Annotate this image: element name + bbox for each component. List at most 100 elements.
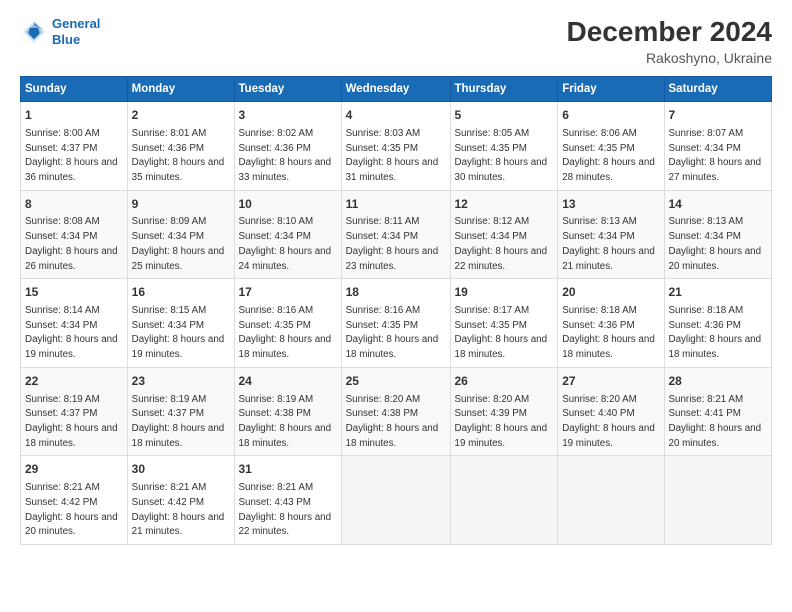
- header-wednesday: Wednesday: [341, 77, 450, 102]
- table-row: 1Sunrise: 8:00 AMSunset: 4:37 PMDaylight…: [21, 102, 128, 191]
- day-number: 18: [346, 284, 446, 301]
- calendar-week-row: 22 Sunrise: 8:19 AMSunset: 4:37 PMDayligh…: [21, 367, 772, 456]
- table-row: 3 Sunrise: 8:02 AMSunset: 4:36 PMDaylight…: [234, 102, 341, 191]
- table-row: 12 Sunrise: 8:12 AMSunset: 4:34 PMDayligh…: [450, 190, 558, 279]
- day-info: Sunrise: 8:15 AMSunset: 4:34 PMDaylight:…: [132, 305, 225, 360]
- day-info: Sunrise: 8:02 AMSunset: 4:36 PMDaylight:…: [239, 128, 332, 183]
- day-number: 22: [25, 373, 123, 390]
- day-number: 19: [455, 284, 554, 301]
- calendar-week-row: 1Sunrise: 8:00 AMSunset: 4:37 PMDaylight…: [21, 102, 772, 191]
- table-row: 20 Sunrise: 8:18 AMSunset: 4:36 PMDayligh…: [558, 279, 664, 368]
- day-number: 17: [239, 284, 337, 301]
- day-number: 2: [132, 107, 230, 124]
- day-number: 10: [239, 196, 337, 213]
- header-sunday: Sunday: [21, 77, 128, 102]
- day-info: Sunrise: 8:13 AMSunset: 4:34 PMDaylight:…: [669, 216, 762, 271]
- day-info: Sunrise: 8:21 AMSunset: 4:42 PMDaylight:…: [132, 482, 225, 537]
- day-info: Sunrise: 8:03 AMSunset: 4:35 PMDaylight:…: [346, 128, 439, 183]
- table-row: [664, 456, 772, 545]
- table-row: 8Sunrise: 8:08 AMSunset: 4:34 PMDaylight…: [21, 190, 128, 279]
- day-number: 28: [669, 373, 768, 390]
- day-info: Sunrise: 8:17 AMSunset: 4:35 PMDaylight:…: [455, 305, 548, 360]
- table-row: 26 Sunrise: 8:20 AMSunset: 4:39 PMDayligh…: [450, 367, 558, 456]
- day-number: 15: [25, 284, 123, 301]
- table-row: 22 Sunrise: 8:19 AMSunset: 4:37 PMDayligh…: [21, 367, 128, 456]
- table-row: 29 Sunrise: 8:21 AMSunset: 4:42 PMDayligh…: [21, 456, 128, 545]
- day-number: 26: [455, 373, 554, 390]
- subtitle: Rakoshyno, Ukraine: [567, 50, 772, 66]
- main-title: December 2024: [567, 16, 772, 48]
- title-block: December 2024 Rakoshyno, Ukraine: [567, 16, 772, 66]
- table-row: 14 Sunrise: 8:13 AMSunset: 4:34 PMDayligh…: [664, 190, 772, 279]
- day-info: Sunrise: 8:12 AMSunset: 4:34 PMDaylight:…: [455, 216, 548, 271]
- day-number: 5: [455, 107, 554, 124]
- table-row: 21 Sunrise: 8:18 AMSunset: 4:36 PMDayligh…: [664, 279, 772, 368]
- day-number: 23: [132, 373, 230, 390]
- day-number: 14: [669, 196, 768, 213]
- day-info: Sunrise: 8:18 AMSunset: 4:36 PMDaylight:…: [669, 305, 762, 360]
- table-row: [450, 456, 558, 545]
- table-row: 5 Sunrise: 8:05 AMSunset: 4:35 PMDaylight…: [450, 102, 558, 191]
- day-number: 30: [132, 461, 230, 478]
- day-number: 29: [25, 461, 123, 478]
- header-monday: Monday: [127, 77, 234, 102]
- day-info: Sunrise: 8:10 AMSunset: 4:34 PMDaylight:…: [239, 216, 332, 271]
- logo-icon: [20, 18, 48, 46]
- day-number: 6: [562, 107, 659, 124]
- header-tuesday: Tuesday: [234, 77, 341, 102]
- day-info: Sunrise: 8:13 AMSunset: 4:34 PMDaylight:…: [562, 216, 655, 271]
- header-friday: Friday: [558, 77, 664, 102]
- day-info: Sunrise: 8:08 AMSunset: 4:34 PMDaylight:…: [25, 216, 118, 271]
- day-info: Sunrise: 8:21 AMSunset: 4:42 PMDaylight:…: [25, 482, 118, 537]
- day-number: 4: [346, 107, 446, 124]
- day-info: Sunrise: 8:11 AMSunset: 4:34 PMDaylight:…: [346, 216, 439, 271]
- table-row: 13Sunrise: 8:13 AMSunset: 4:34 PMDayligh…: [558, 190, 664, 279]
- table-row: 7 Sunrise: 8:07 AMSunset: 4:34 PMDaylight…: [664, 102, 772, 191]
- logo-general: General: [52, 16, 100, 31]
- day-number: 7: [669, 107, 768, 124]
- day-info: Sunrise: 8:09 AMSunset: 4:34 PMDaylight:…: [132, 216, 225, 271]
- day-info: Sunrise: 8:18 AMSunset: 4:36 PMDaylight:…: [562, 305, 655, 360]
- day-info: Sunrise: 8:16 AMSunset: 4:35 PMDaylight:…: [346, 305, 439, 360]
- table-row: 16Sunrise: 8:15 AMSunset: 4:34 PMDayligh…: [127, 279, 234, 368]
- day-info: Sunrise: 8:14 AMSunset: 4:34 PMDaylight:…: [25, 305, 118, 360]
- table-row: 23Sunrise: 8:19 AMSunset: 4:37 PMDayligh…: [127, 367, 234, 456]
- calendar-week-row: 29 Sunrise: 8:21 AMSunset: 4:42 PMDayligh…: [21, 456, 772, 545]
- day-info: Sunrise: 8:01 AMSunset: 4:36 PMDaylight:…: [132, 128, 225, 183]
- page: General Blue December 2024 Rakoshyno, Uk…: [0, 0, 792, 612]
- day-number: 31: [239, 461, 337, 478]
- day-number: 12: [455, 196, 554, 213]
- day-info: Sunrise: 8:05 AMSunset: 4:35 PMDaylight:…: [455, 128, 548, 183]
- day-number: 21: [669, 284, 768, 301]
- table-row: 19 Sunrise: 8:17 AMSunset: 4:35 PMDayligh…: [450, 279, 558, 368]
- table-row: 2 Sunrise: 8:01 AMSunset: 4:36 PMDaylight…: [127, 102, 234, 191]
- calendar-week-row: 8Sunrise: 8:08 AMSunset: 4:34 PMDaylight…: [21, 190, 772, 279]
- logo: General Blue: [20, 16, 100, 47]
- table-row: 6 Sunrise: 8:06 AMSunset: 4:35 PMDaylight…: [558, 102, 664, 191]
- table-row: 10 Sunrise: 8:10 AMSunset: 4:34 PMDayligh…: [234, 190, 341, 279]
- day-number: 3: [239, 107, 337, 124]
- day-info: Sunrise: 8:19 AMSunset: 4:37 PMDaylight:…: [25, 394, 118, 449]
- table-row: 11 Sunrise: 8:11 AMSunset: 4:34 PMDayligh…: [341, 190, 450, 279]
- table-row: 4 Sunrise: 8:03 AMSunset: 4:35 PMDaylight…: [341, 102, 450, 191]
- calendar-header-row: Sunday Monday Tuesday Wednesday Thursday…: [21, 77, 772, 102]
- logo-text: General Blue: [52, 16, 100, 47]
- table-row: [558, 456, 664, 545]
- header-thursday: Thursday: [450, 77, 558, 102]
- day-info: Sunrise: 8:20 AMSunset: 4:39 PMDaylight:…: [455, 394, 548, 449]
- table-row: 27Sunrise: 8:20 AMSunset: 4:40 PMDayligh…: [558, 367, 664, 456]
- day-info: Sunrise: 8:21 AMSunset: 4:41 PMDaylight:…: [669, 394, 762, 449]
- calendar-table: Sunday Monday Tuesday Wednesday Thursday…: [20, 76, 772, 545]
- table-row: [341, 456, 450, 545]
- day-info: Sunrise: 8:06 AMSunset: 4:35 PMDaylight:…: [562, 128, 655, 183]
- day-info: Sunrise: 8:07 AMSunset: 4:34 PMDaylight:…: [669, 128, 762, 183]
- day-number: 9: [132, 196, 230, 213]
- day-number: 11: [346, 196, 446, 213]
- day-info: Sunrise: 8:20 AMSunset: 4:38 PMDaylight:…: [346, 394, 439, 449]
- day-info: Sunrise: 8:21 AMSunset: 4:43 PMDaylight:…: [239, 482, 332, 537]
- table-row: 24Sunrise: 8:19 AMSunset: 4:38 PMDayligh…: [234, 367, 341, 456]
- day-number: 20: [562, 284, 659, 301]
- table-row: 31 Sunrise: 8:21 AMSunset: 4:43 PMDayligh…: [234, 456, 341, 545]
- calendar-week-row: 15 Sunrise: 8:14 AMSunset: 4:34 PMDayligh…: [21, 279, 772, 368]
- day-number: 1: [25, 107, 123, 124]
